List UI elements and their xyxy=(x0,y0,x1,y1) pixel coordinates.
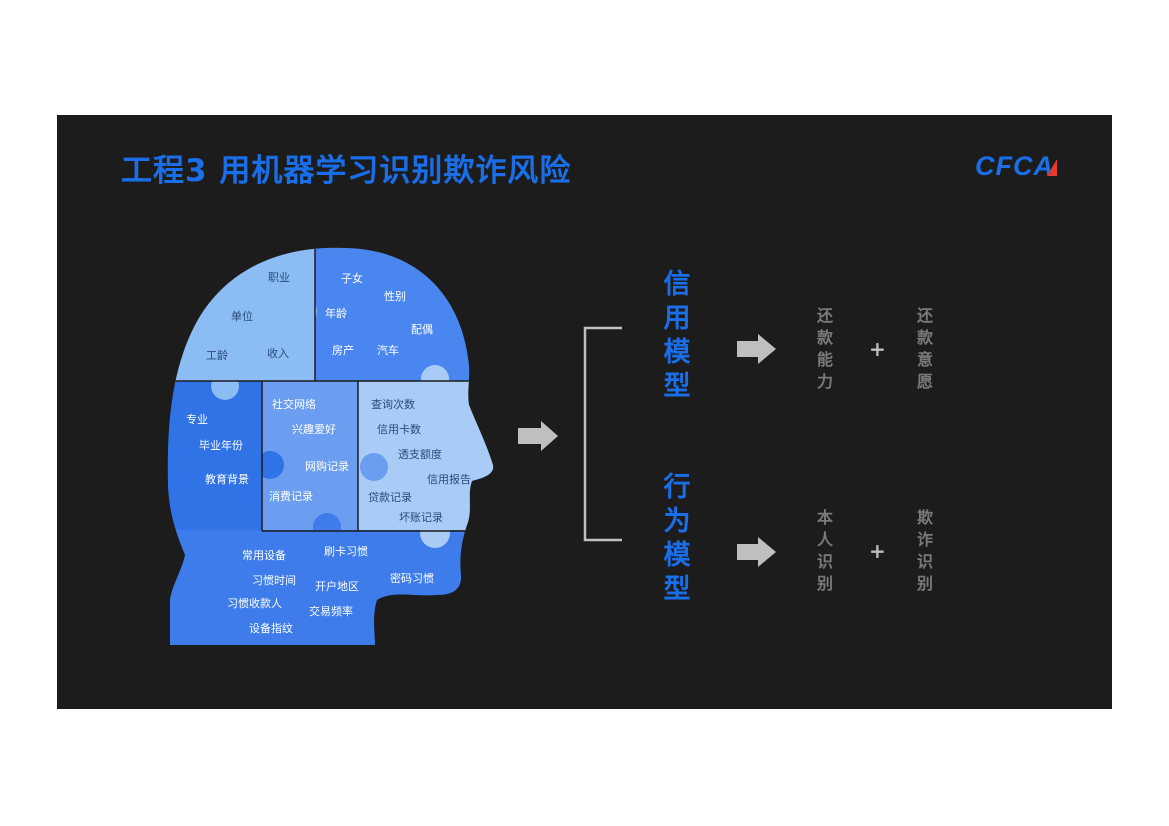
label-credit-report: 信用报告 xyxy=(427,472,471,486)
label-inquiries: 查询次数 xyxy=(371,397,415,411)
repay-willingness: 还款意愿 xyxy=(916,306,933,391)
label-children: 子女 xyxy=(341,271,363,285)
label-spouse: 配偶 xyxy=(411,323,433,336)
label-habit-time: 习惯时间 xyxy=(252,573,296,587)
label-tx-frequency: 交易频率 xyxy=(309,604,353,618)
identity-verification: 本人识别 xyxy=(816,508,833,593)
label-card-habits: 刷卡习惯 xyxy=(324,544,368,558)
label-seniority: 工龄 xyxy=(206,348,228,362)
credit-model-label: 信用模型 xyxy=(663,269,691,402)
repay-ability: 还款能力 xyxy=(816,306,833,391)
label-common-device: 常用设备 xyxy=(242,548,286,562)
bracket-icon xyxy=(583,326,622,542)
piece-mid-left xyxy=(167,381,263,531)
plus-credit: + xyxy=(869,337,886,361)
label-online-shopping: 网购记录 xyxy=(305,459,349,473)
label-grad-year: 毕业年份 xyxy=(199,438,243,452)
label-employer: 单位 xyxy=(231,309,253,323)
puzzle-head-diagram: 职业 单位 工龄 收入 子女 性别 年龄 配偶 房产 汽车 专业 毕业年份 教育… xyxy=(167,247,776,645)
main-arrow-icon xyxy=(518,421,558,451)
label-age: 年龄 xyxy=(325,306,347,320)
label-hobbies: 兴趣爱好 xyxy=(292,422,336,436)
label-income: 收入 xyxy=(267,346,289,360)
label-major: 专业 xyxy=(186,412,208,426)
label-credit-cards: 信用卡数 xyxy=(377,423,421,436)
plus-behavior: + xyxy=(869,539,886,563)
behavior-model-label: 行为模型 xyxy=(663,472,691,605)
label-education: 教育背景 xyxy=(205,472,249,486)
label-car: 汽车 xyxy=(377,343,399,357)
label-social-network: 社交网络 xyxy=(272,397,316,411)
label-device-fingerprint: 设备指纹 xyxy=(249,621,293,635)
label-property: 房产 xyxy=(332,343,354,357)
fraud-detection: 欺诈识别 xyxy=(916,508,933,593)
behavior-arrow-icon xyxy=(737,537,776,567)
label-payees: 习惯收款人 xyxy=(227,596,282,610)
label-occupation: 职业 xyxy=(268,271,290,284)
label-password-habits: 密码习惯 xyxy=(390,571,434,585)
slide: 工程3 用机器学习识别欺诈风险 CFCA 职业 单位 工龄 收入 子女 性别 年… xyxy=(57,115,1112,709)
label-bad-debts: 坏账记录 xyxy=(399,511,443,524)
label-loans: 贷款记录 xyxy=(368,490,412,504)
label-account-region: 开户地区 xyxy=(315,579,359,593)
label-overdraft: 透支额度 xyxy=(398,447,442,461)
credit-arrow-icon xyxy=(737,334,776,364)
label-consumption: 消费记录 xyxy=(269,489,313,503)
label-gender: 性别 xyxy=(384,289,406,303)
